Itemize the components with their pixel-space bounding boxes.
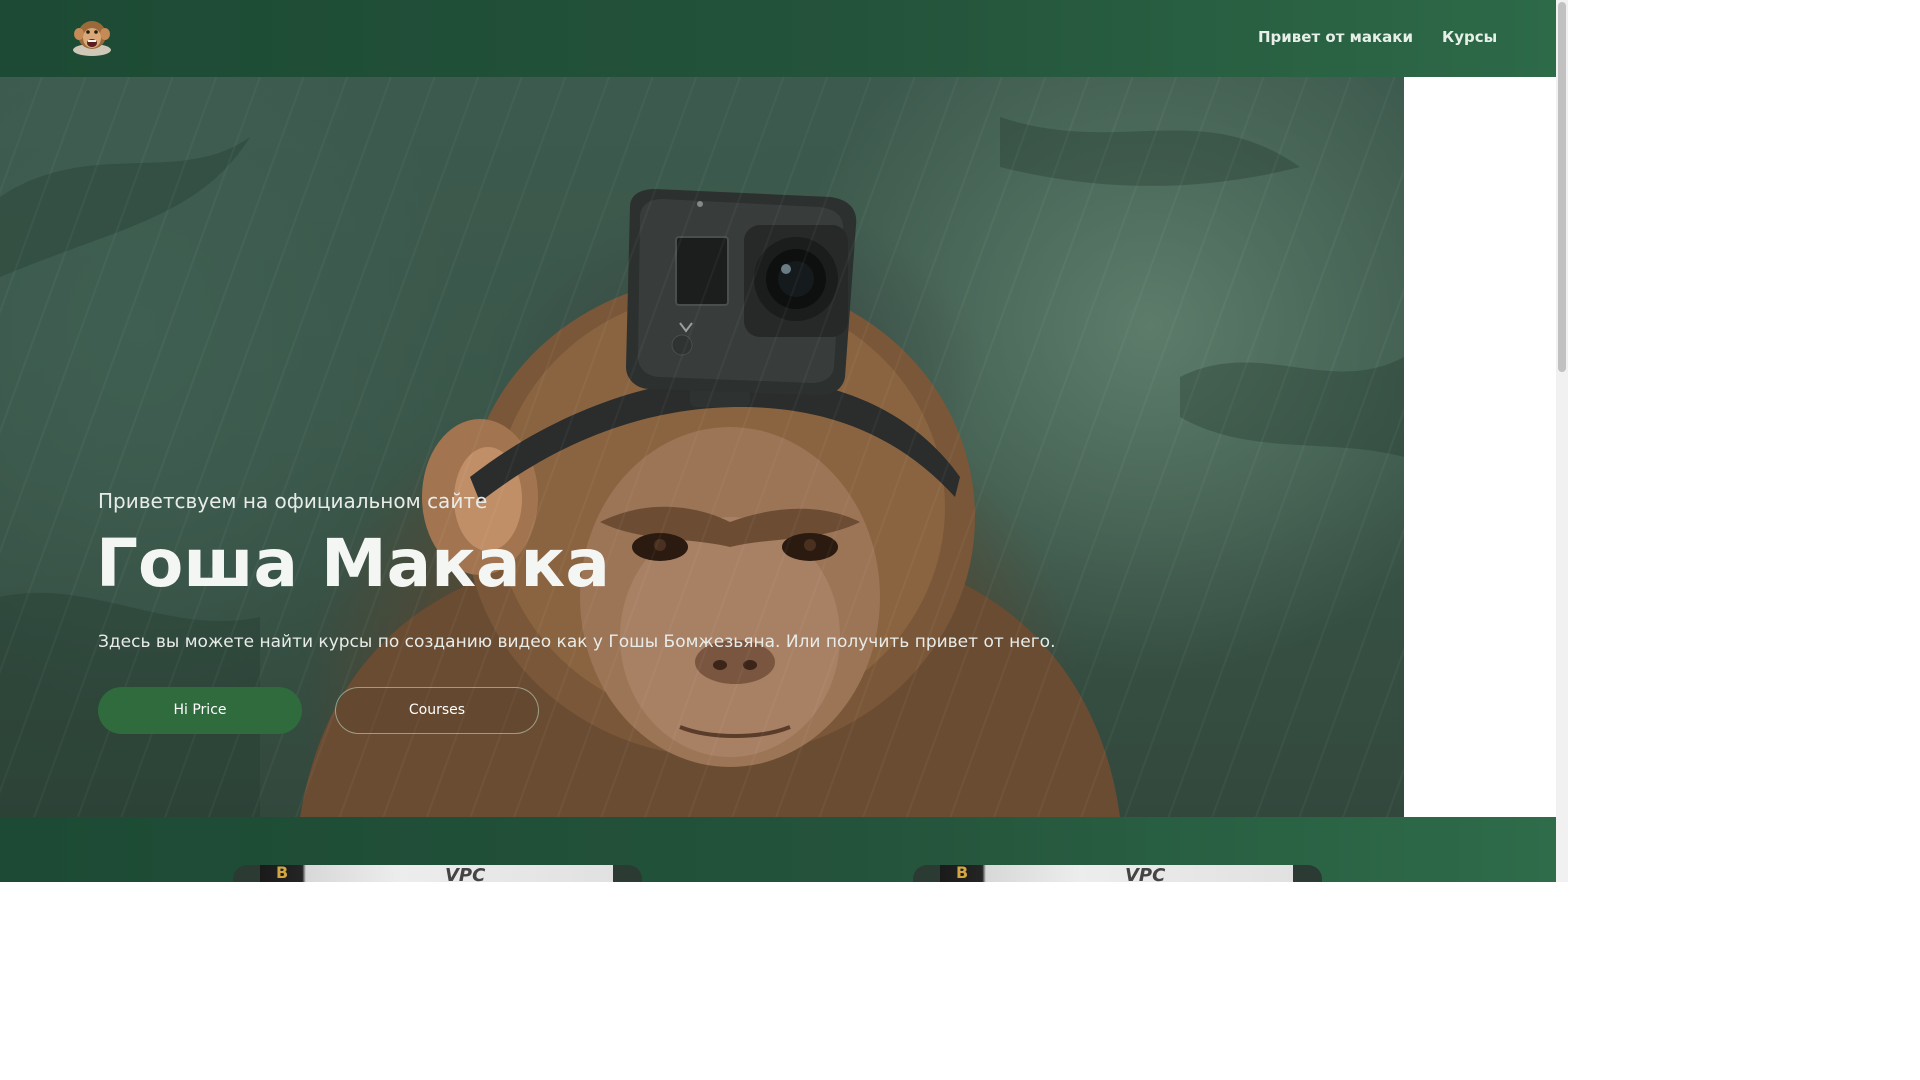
site-header: Привет от макаки Курсы [0,0,1556,77]
hero-title: Гоша Макака [96,525,610,602]
course-logo: VPC [445,865,486,882]
hero-subtitle: Приветсвуем на официальном сайте [98,489,488,513]
hi-price-button[interactable]: Hi Price [98,687,302,734]
course-logo: VPC [1125,865,1166,882]
course-thumbnail: B VPC [940,865,1293,882]
side-blank-area [1404,77,1556,817]
course-badge: B [276,865,289,882]
course-card[interactable]: B VPC [913,865,1322,882]
hero-section: Приветсвуем на официальном сайте Гоша Ма… [0,77,1404,817]
course-thumbnail: B VPC [260,865,613,882]
scrollbar-thumb[interactable] [1558,2,1566,372]
nav-link-courses[interactable]: Курсы [1442,28,1497,46]
courses-button[interactable]: Courses [335,687,539,734]
course-card[interactable]: B VPC [233,865,642,882]
monkey-logo-icon[interactable] [70,17,114,57]
hero-description: Здесь вы можете найти курсы по созданию … [98,632,1056,652]
nav-link-hello[interactable]: Привет от макаки [1258,28,1413,46]
courses-section: B VPC B VPC [0,817,1556,882]
course-badge: B [956,865,969,882]
